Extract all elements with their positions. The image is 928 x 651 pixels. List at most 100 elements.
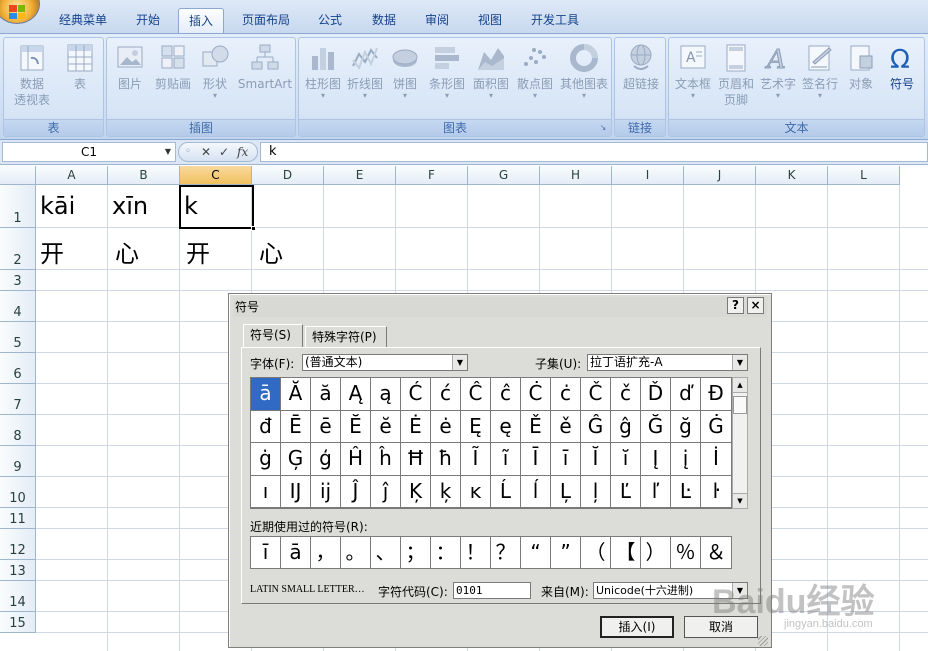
column-header-k[interactable]: K — [756, 166, 828, 185]
tab-view[interactable]: 视图 — [466, 8, 514, 33]
symbol-cell[interactable]: ė — [431, 410, 461, 443]
tab-insert[interactable]: 插入 — [178, 8, 224, 33]
from-select[interactable]: Unicode(十六进制) ▼ — [593, 582, 748, 599]
smartart-button[interactable]: SmartArt — [235, 40, 295, 92]
symbol-cell[interactable]: ć — [431, 378, 461, 411]
recent-symbol-cell[interactable]: 、 — [371, 537, 401, 568]
recent-symbol-cell[interactable]: ＆ — [701, 537, 731, 568]
symbol-cell[interactable]: ĳ — [311, 475, 341, 508]
column-header-d[interactable]: D — [252, 166, 324, 185]
recent-symbol-cell[interactable]: ” — [551, 537, 581, 568]
symbol-cell[interactable]: ľ — [641, 475, 671, 508]
select-all-corner[interactable] — [0, 166, 36, 185]
symbol-cell[interactable]: Ĩ — [461, 443, 491, 476]
picture-button[interactable]: 图片 — [109, 40, 151, 92]
symbol-cell[interactable]: č — [611, 378, 641, 411]
row-header-15[interactable]: 15 — [0, 612, 36, 633]
recent-symbol-cell[interactable]: “ — [521, 537, 551, 568]
tab-data[interactable]: 数据 — [360, 8, 408, 33]
symbol-cell[interactable]: ģ — [311, 443, 341, 476]
name-box-dropdown-icon[interactable]: ▼ — [165, 143, 171, 161]
cancel-button[interactable]: 取消 — [684, 616, 758, 638]
recent-symbol-cell[interactable]: 【 — [611, 537, 641, 568]
row-header-4[interactable]: 4 — [0, 291, 36, 322]
clipart-button[interactable]: 剪贴画 — [151, 40, 195, 92]
signature-line-button[interactable]: 签名行 ▾ — [799, 40, 841, 100]
area-chart-button[interactable]: 面积图 ▾ — [469, 40, 513, 100]
recent-symbol-cell[interactable]: ā — [281, 537, 311, 568]
symbol-cell[interactable]: ă — [311, 378, 341, 411]
character-code-input[interactable]: 0101 — [453, 582, 531, 599]
symbol-cell[interactable]: Ğ — [641, 410, 671, 443]
tab-review[interactable]: 审阅 — [414, 8, 460, 33]
other-charts-button[interactable]: 其他图表 ▾ — [557, 40, 611, 100]
cell-d2[interactable]: 心 — [259, 234, 283, 269]
symbol-cell[interactable]: ď — [671, 378, 701, 411]
symbol-cell[interactable]: ē — [311, 410, 341, 443]
pivot-table-button[interactable]: 数据 透视表 — [6, 40, 58, 108]
row-header-3[interactable]: 3 — [0, 270, 36, 291]
row-header-14[interactable]: 14 — [0, 581, 36, 612]
column-header-f[interactable]: F — [396, 166, 468, 185]
row-header-6[interactable]: 6 — [0, 353, 36, 384]
symbol-cell[interactable]: Ě — [521, 410, 551, 443]
row-header-7[interactable]: 7 — [0, 384, 36, 415]
recent-symbol-cell[interactable]: 。 — [341, 537, 371, 568]
line-chart-button[interactable]: 折线图 ▾ — [345, 40, 385, 100]
row-header-1[interactable]: 1 — [0, 185, 36, 228]
column-header-j[interactable]: J — [684, 166, 756, 185]
dialog-title-bar[interactable]: 符号 — [233, 297, 767, 317]
symbol-cell[interactable]: Ē — [281, 410, 311, 443]
symbol-cell[interactable]: ĥ — [371, 443, 401, 476]
column-header-i[interactable]: I — [612, 166, 684, 185]
column-header-a[interactable]: A — [36, 166, 108, 185]
recent-symbol-cell[interactable]: ！ — [461, 537, 491, 568]
symbol-cell[interactable]: ŀ — [701, 476, 731, 508]
recent-symbol-cell[interactable]: ？ — [491, 537, 521, 568]
table-button[interactable]: 表 — [58, 40, 102, 92]
name-box[interactable]: C1 ▼ — [2, 142, 176, 162]
cancel-entry-icon[interactable]: ✕ — [201, 143, 211, 161]
column-header-c[interactable]: C — [180, 166, 252, 185]
recent-symbol-cell[interactable]: ％ — [671, 537, 701, 568]
recent-symbol-cell[interactable]: ： — [431, 537, 461, 568]
hyperlink-button[interactable]: 超链接 — [617, 40, 665, 92]
font-select[interactable]: (普通文本) ▼ — [302, 354, 468, 371]
symbol-cell[interactable]: ĭ — [611, 443, 641, 476]
symbol-cell[interactable]: ķ — [431, 475, 461, 508]
row-header-13[interactable]: 13 — [0, 560, 36, 581]
symbol-cell[interactable]: Ċ — [521, 378, 551, 411]
row-header-10[interactable]: 10 — [0, 477, 36, 508]
cell-a2[interactable]: 开 — [40, 234, 64, 269]
textbox-button[interactable]: A 文本框 ▾ — [671, 40, 715, 100]
cell-c1[interactable]: k — [184, 192, 198, 220]
symbol-cell[interactable]: ī — [551, 443, 581, 476]
expand-handle-icon[interactable]: ◦ — [185, 143, 191, 161]
scroll-down-icon[interactable]: ▼ — [733, 493, 747, 508]
symbol-cell[interactable]: į — [671, 443, 701, 476]
symbol-cell[interactable]: Ć — [401, 378, 431, 411]
confirm-entry-icon[interactable]: ✓ — [219, 143, 229, 161]
symbol-cell[interactable]: ı — [251, 475, 281, 508]
symbol-cell[interactable]: ļ — [581, 475, 611, 508]
symbol-cell[interactable]: Ľ — [611, 475, 641, 508]
tab-special-characters[interactable]: 特殊字符(P) — [305, 326, 387, 348]
help-button[interactable]: ? — [727, 297, 744, 314]
cell-a1[interactable]: kāi — [40, 192, 75, 220]
wordart-button[interactable]: A 艺术字 ▾ — [757, 40, 799, 100]
column-header-b[interactable]: B — [108, 166, 180, 185]
recent-symbol-cell[interactable]: ； — [401, 537, 431, 568]
tab-symbols[interactable]: 符号(S) — [243, 324, 303, 348]
subset-select[interactable]: 拉丁语扩充-A ▼ — [587, 354, 748, 371]
symbol-cell[interactable]: ħ — [431, 443, 461, 476]
cell-b1[interactable]: xīn — [112, 192, 148, 220]
column-chart-button[interactable]: 柱形图 ▾ — [301, 40, 345, 100]
symbol-cell[interactable]: Ĺ — [491, 475, 521, 508]
symbol-button[interactable]: Ω 符号 — [881, 40, 923, 92]
symbol-cell[interactable]: ĸ — [461, 475, 491, 508]
symbol-cell[interactable]: Ĕ — [341, 410, 371, 443]
symbol-cell[interactable]: ĩ — [491, 443, 521, 476]
cell-c2[interactable]: 开 — [186, 234, 210, 269]
tab-home[interactable]: 开始 — [124, 8, 172, 33]
symbol-cell[interactable]: ğ — [671, 410, 701, 443]
